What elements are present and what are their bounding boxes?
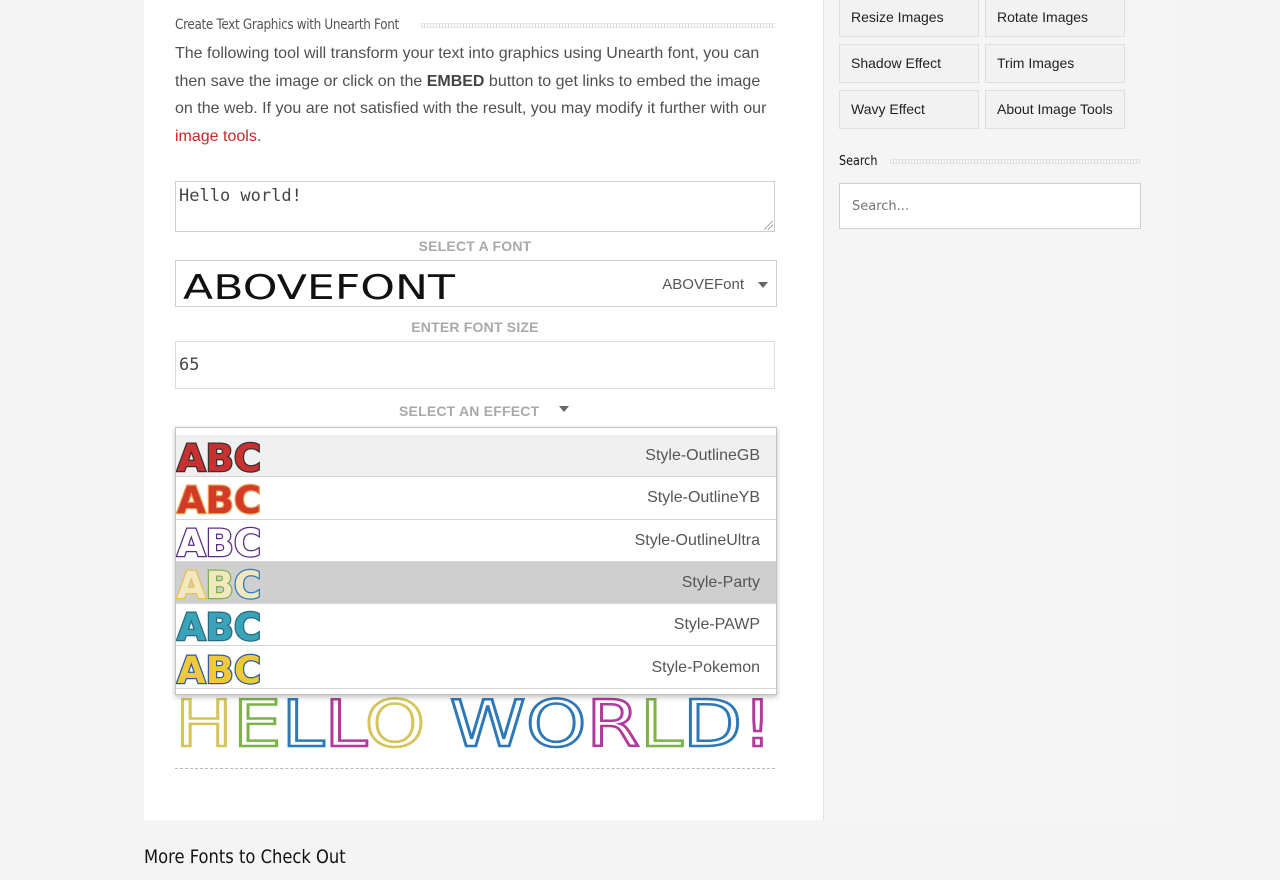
effect-thumbnail: ABC [176,563,262,603]
effect-thumbnail: ABC [176,605,262,645]
tool-intro: The following tool will transform your t… [175,40,775,150]
output-letter: R [586,688,640,752]
effect-option-label: Style-PAWP [673,616,760,634]
effect-thumbnail: ABC [176,648,262,688]
font-size-label: ENTER FONT SIZE [411,319,539,335]
resize-images-button[interactable]: Resize Images [839,0,979,37]
output-letter: D [683,688,742,752]
effect-thumbnail-letter: B [206,564,234,603]
select-effect-label: SELECT AN EFFECT [399,403,540,419]
search-input[interactable] [839,183,1141,229]
effect-thumbnail-letter: C [234,564,261,603]
heading-rule [421,22,775,28]
tool-heading-row: Create Text Graphics with Unearth Font [175,14,775,36]
intro-text-end: . [256,127,262,145]
effect-option[interactable]: ABC Style-Pokemon [176,647,776,689]
trim-images-button[interactable]: Trim Images [985,44,1125,83]
output-letter: O [365,688,426,752]
effect-thumbnail: ABC [176,478,262,518]
font-size-value: 65 [179,355,200,375]
output-letter [425,688,449,752]
effect-option-label: Style-Party [681,573,760,591]
font-select-value: ABOVEFont [662,276,744,293]
rotate-images-button[interactable]: Rotate Images [985,0,1125,37]
output-letter: L [640,688,683,752]
effect-option[interactable]: ABC Style-OutlineGB [176,435,776,478]
effect-thumbnail: ABC [176,436,262,476]
font-preview-text: ABOVEFONT [183,268,455,303]
font-size-input[interactable]: 65 [175,341,775,389]
tool-panel: Create Text Graphics with Unearth Font T… [144,0,824,820]
output-text: HELLO W O R L D! [175,688,773,752]
output-letter: W [450,688,526,752]
effect-thumbnail-letter: A [177,564,206,603]
text-input-value: Hello world! [179,186,302,206]
effect-thumbnail-text: ABC [177,606,261,645]
output-letter: E [233,688,282,752]
text-input[interactable]: Hello world! [175,181,775,232]
wavy-effect-button[interactable]: Wavy Effect [839,90,979,129]
about-image-tools-button[interactable]: About Image Tools [985,90,1125,129]
output-letter: O [526,688,587,752]
effect-thumbnail-text: ABC [177,522,261,561]
effect-option-label: Style-OutlineYB [647,489,760,507]
effect-thumbnail-text: ABC [177,564,261,603]
effect-thumbnail-text: ABC [177,649,261,688]
more-fonts-heading: More Fonts to Check Out [144,846,346,868]
output-letter: L [324,688,367,752]
image-tools-link[interactable]: image tools [175,128,257,145]
select-font-label: SELECT A FONT [418,238,532,254]
font-preview-image: ABOVEFONT [183,268,455,303]
effect-dropdown[interactable]: ABC Style-OutlineGB ABC Style-OutlineYB ABC S… [175,427,777,695]
tool-heading: Create Text Graphics with Unearth Font [175,17,399,33]
search-heading-rule [889,158,1141,164]
search-heading-row: Search [839,152,1141,170]
shadow-effect-button[interactable]: Shadow Effect [839,44,979,83]
chevron-down-icon [758,282,768,288]
resize-grip-icon[interactable] [764,221,773,230]
effect-option[interactable]: ABC Style-Party [176,561,776,605]
effect-option[interactable]: ABC Style-PAWP [176,604,776,647]
effect-thumbnail-text: ABC [177,479,261,518]
output-letter: H [175,688,233,752]
output-letter: L [282,688,325,752]
effect-thumbnail-text: ABC [177,437,261,476]
effect-option-label: Style-Pokemon [651,658,761,676]
effect-option[interactable]: ABC Style-OutlineYB [176,477,776,520]
chevron-down-icon[interactable] [559,406,569,412]
effect-option-label: Style-OutlineUltra [634,531,760,549]
output-letter: ! [742,688,773,752]
font-select[interactable]: ABOVEFONT ABOVEFont [175,260,777,307]
output-divider [175,768,775,769]
output-graphic: HELLO W O R L D! [175,688,774,752]
select-effect-toggle[interactable]: SELECT AN EFFECT [399,403,539,419]
effect-option-label: Style-OutlineGB [645,447,760,464]
intro-embed-word: EMBED [426,72,485,90]
effect-option[interactable]: ABC Style-OutlineUltra [176,520,776,562]
search-heading: Search [839,153,878,169]
effect-thumbnail: ABC [176,521,262,561]
